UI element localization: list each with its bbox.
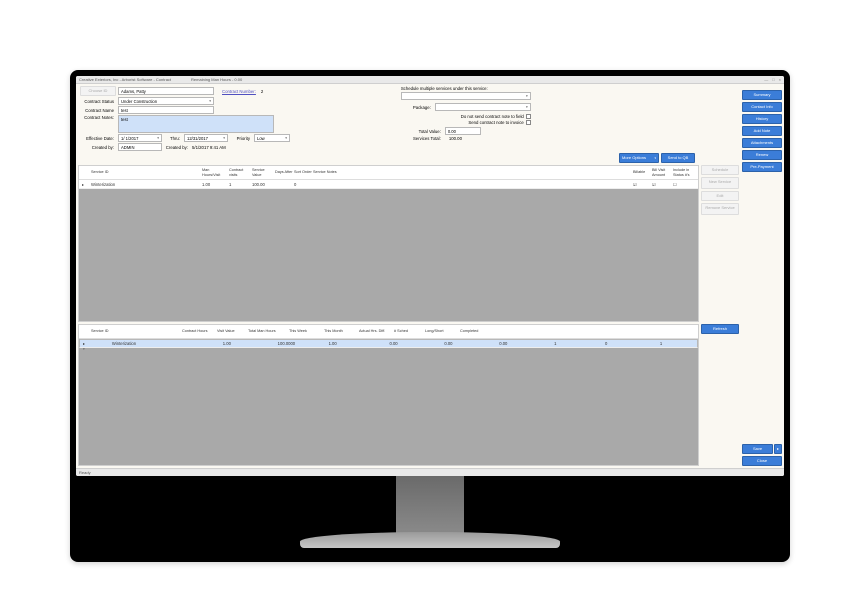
services-grid-row[interactable]: ▸ Winterization 1.00 1 100.00 0 ☑ ☑ ☐ [79,180,698,189]
monitor-stand-neck [396,476,464,534]
remove-service-button[interactable]: Remove Service [701,203,739,215]
contract-status-label: Contract Status [80,99,116,104]
schedule-select[interactable] [401,92,531,100]
send-invoice-checkbox[interactable] [526,120,531,125]
close-icon[interactable]: × [779,77,781,82]
status-text: Ready [79,470,91,475]
monitor-stand-base [300,532,560,548]
attachments-button[interactable]: Attachments [742,138,782,148]
history-button[interactable]: History [742,114,782,124]
window-controls[interactable]: — □ × [764,77,781,82]
save-button[interactable]: Save [742,444,773,454]
priority-select[interactable]: Low [254,134,290,142]
created-timestamp: 5/1/2017 9:41 AM [192,145,226,150]
choose-id-button[interactable]: Choose ID [80,86,116,96]
screen: Creative Exteriors, Inc - Arborist Softw… [76,76,784,476]
send-to-qb-button[interactable]: Send to QB [661,153,695,163]
effective-date-label: Effective Date: [80,136,116,141]
more-options-button[interactable]: More Options▾ [619,153,659,163]
window-subtitle: Remaining Man Hours - 0.00 [191,77,242,82]
contract-number-value: 2 [261,89,263,94]
hours-grid[interactable]: Service ID Contract Hours Visit Value To… [78,324,699,466]
services-total-value: 100.00 [449,136,462,141]
schedule-button[interactable]: Schedule [701,165,739,175]
thru-label: Thru: [164,136,182,141]
hours-grid-row[interactable]: ▸ Winterization 1.00 100.0000 1.00 0.00 … [79,339,698,348]
created-by2-label: Created by: [164,145,190,150]
contract-number-link[interactable]: Contract Number: [222,89,256,94]
main-area: Choose ID Adams, Patty Contract Number: … [78,86,739,466]
contract-notes-field[interactable]: test [118,115,274,133]
minimize-icon[interactable]: — [764,77,768,82]
schedule-multi-label: Schedule multiple services under this se… [401,86,488,91]
monitor-frame: Creative Exteriors, Inc - Arborist Softw… [70,70,790,562]
titlebar: Creative Exteriors, Inc - Arborist Softw… [76,76,784,84]
services-grid[interactable]: Service ID Man Hours/Visit Contract visi… [78,165,699,322]
created-by-field: ADMIN [118,143,162,151]
created-by-label: Created by: [80,145,116,150]
send-invoice-label: Send contract note to invoice [468,120,523,125]
package-label: Package: [401,105,433,110]
services-total-label: Services Total: [401,136,443,141]
close-button[interactable]: Close [742,456,782,466]
total-value-field[interactable]: 0.00 [445,127,481,135]
contract-name-label: Contract Name [80,108,116,113]
add-note-button[interactable]: Add Note [742,126,782,136]
summary-button[interactable]: Summary [742,90,782,100]
hours-grid-header: Service ID Contract Hours Visit Value To… [79,325,698,339]
pre-payment-button[interactable]: Pre-Payment [742,162,782,172]
contract-status-select[interactable]: Under Construction [118,97,214,105]
client-name-field[interactable]: Adams, Patty [118,87,214,95]
thru-date-field[interactable]: 12/31/2017 [184,134,228,142]
refresh-button[interactable]: Refresh [701,324,739,334]
edit-button[interactable]: Edit [701,191,739,201]
services-grid-header: Service ID Man Hours/Visit Contract visi… [79,166,698,180]
total-value-label: Total Value: [401,129,443,134]
contract-name-field[interactable]: test [118,106,214,114]
save-dropdown-icon[interactable]: ▸ [774,444,782,454]
renew-button[interactable]: Renew [742,150,782,160]
priority-label: Priority [230,136,252,141]
package-select[interactable] [435,103,531,111]
statusbar: Ready [76,468,784,476]
new-service-button[interactable]: New Service [701,177,739,189]
effective-date-field[interactable]: 1/ 1/2017 [118,134,162,142]
right-sidebar: Summary Contact Info History Add Note At… [742,86,782,466]
contact-info-button[interactable]: Contact Info [742,102,782,112]
window-title: Creative Exteriors, Inc - Arborist Softw… [79,77,171,82]
no-send-field-checkbox[interactable] [526,114,531,119]
maximize-icon[interactable]: □ [772,77,774,82]
no-send-field-label: Do not send contract note to field [461,114,524,119]
contract-notes-label: Contract Notes: [80,115,116,120]
